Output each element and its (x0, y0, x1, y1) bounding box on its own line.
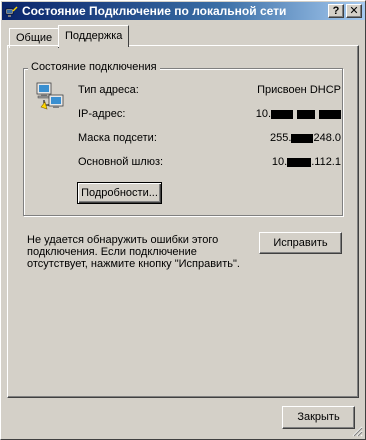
address-type-label: Тип адреса: (78, 84, 139, 96)
tab-support[interactable]: Поддержка (58, 25, 130, 47)
default-gateway-value: 10. .112.1 (272, 156, 341, 168)
redaction-block (271, 109, 293, 119)
group-legend: Состояние подключения (28, 61, 160, 73)
gateway-prefix: 10. (271, 156, 288, 168)
subnet-mask-prefix: 255. (270, 132, 292, 144)
subnet-mask-suffix: 248.0 (313, 132, 341, 144)
redaction-block (291, 133, 314, 143)
ip-address-prefix: 10. (255, 108, 271, 120)
subnet-mask-value: 255. 248.0 (270, 132, 341, 144)
title-bar[interactable]: Состояние Подключение по локальной сети … (2, 2, 365, 20)
network-computers-icon (36, 82, 64, 110)
details-button[interactable]: Подробности... (77, 182, 162, 204)
help-button[interactable]: ? (328, 4, 344, 18)
redaction-block (319, 109, 341, 119)
close-button[interactable]: Закрыть (282, 406, 355, 429)
address-type-value: Присвоен DHCP (257, 84, 341, 96)
ip-address-value: 10. (256, 108, 341, 120)
close-window-button[interactable]: ✕ (346, 4, 362, 18)
redaction-block (287, 157, 312, 167)
window-title: Состояние Подключение по локальной сети (22, 4, 287, 18)
status-message: Не удается обнаружить ошибки этого подкл… (27, 234, 240, 270)
redaction-block (297, 109, 315, 119)
ip-address-label: IP-адрес: (78, 108, 126, 120)
subnet-mask-label: Маска подсети: (78, 132, 157, 144)
status-dialog: Состояние Подключение по локальной сети … (0, 0, 366, 440)
resize-grip-icon[interactable] (351, 425, 363, 437)
default-gateway-label: Основной шлюз: (78, 156, 164, 168)
repair-button[interactable]: Исправить (259, 232, 342, 254)
gateway-suffix: .112.1 (311, 156, 341, 168)
network-connection-icon (5, 6, 18, 17)
